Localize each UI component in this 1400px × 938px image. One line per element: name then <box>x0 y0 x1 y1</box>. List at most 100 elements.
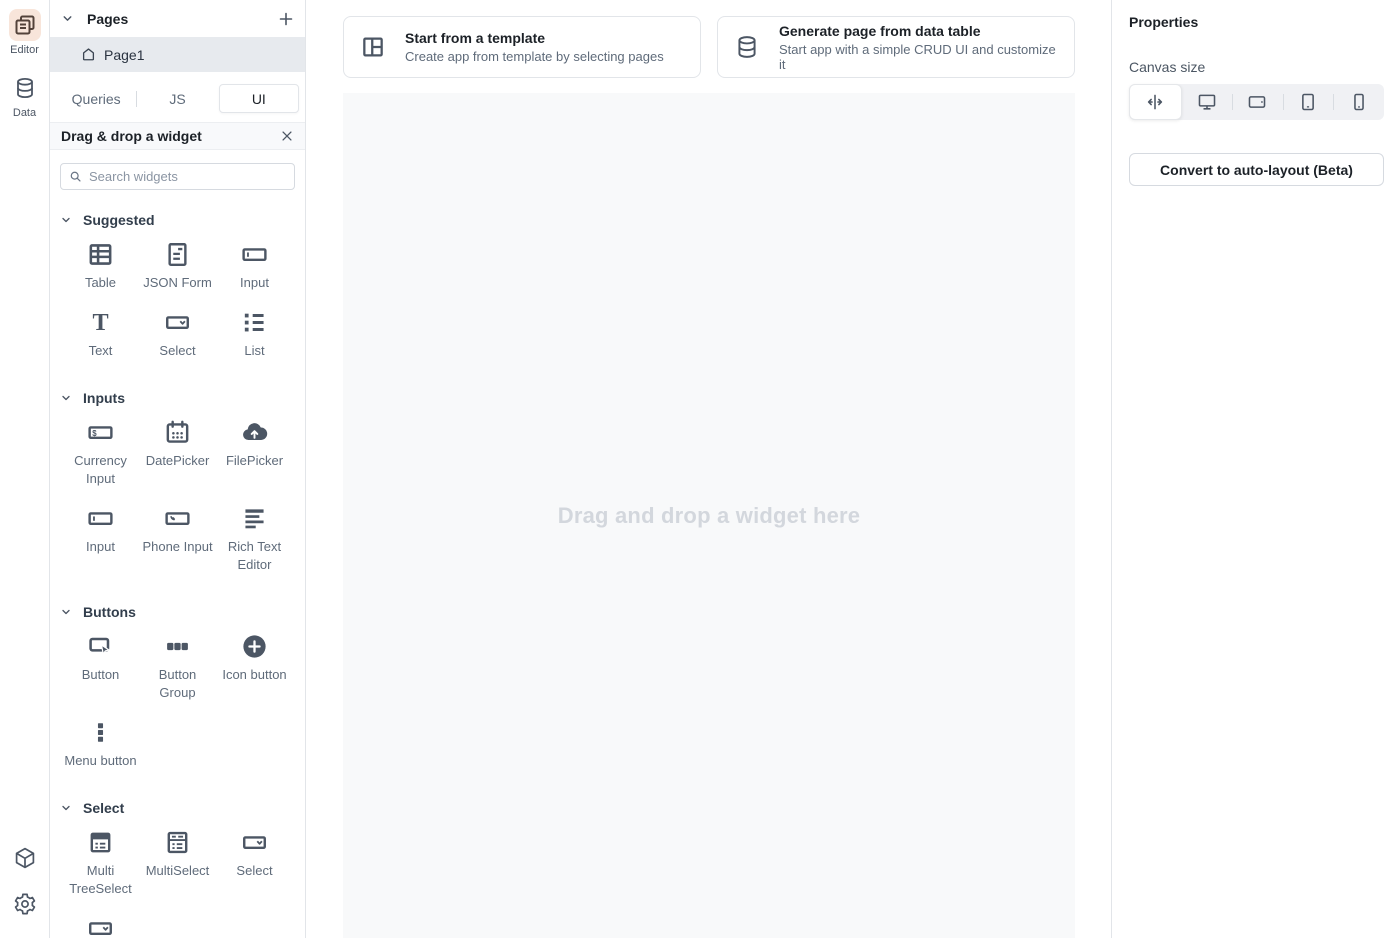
widget-card[interactable]: FilePicker <box>216 418 293 488</box>
menu-button-icon <box>86 718 115 747</box>
widget-label: Phone Input <box>142 538 212 556</box>
widget-card[interactable]: Phone Input <box>139 504 216 574</box>
widget-card[interactable]: Button Group <box>139 632 216 702</box>
gear-icon <box>13 892 37 916</box>
widget-card[interactable]: Table <box>62 240 139 292</box>
chevron-down-icon <box>60 606 72 618</box>
widget-label: MultiSelect <box>146 862 210 880</box>
editor-tile[interactable] <box>9 9 41 41</box>
widget-search-wrap <box>50 150 305 202</box>
start-from-template-card[interactable]: Start from a template Create app from te… <box>343 16 701 78</box>
chevron-down-icon <box>60 392 72 404</box>
add-page-button[interactable] <box>278 11 294 27</box>
datepicker-icon <box>163 418 192 447</box>
tablet-portrait-icon <box>1297 91 1319 113</box>
phone-input-icon <box>163 504 192 533</box>
widget-label: List <box>244 342 264 360</box>
widget-card[interactable]: Rich Text Editor <box>216 504 293 574</box>
widget-card[interactable]: Menu button <box>62 718 139 770</box>
input-icon <box>86 504 115 533</box>
tab-queries[interactable]: Queries <box>56 84 136 113</box>
data-tile[interactable] <box>9 72 41 104</box>
select-icon <box>86 914 115 938</box>
canvas-size-phone[interactable] <box>1333 84 1384 120</box>
pages-header: Pages <box>50 0 305 37</box>
multiselect-icon <box>163 828 192 857</box>
input-icon <box>240 240 269 269</box>
card-title: Generate page from data table <box>779 23 1058 39</box>
widget-label: Select <box>159 342 195 360</box>
widget-card[interactable]: JSON Form <box>139 240 216 292</box>
widget-card[interactable]: Input <box>216 240 293 292</box>
settings-button[interactable] <box>13 892 37 916</box>
widget-label: JSON Form <box>143 274 212 292</box>
rail-item-data[interactable]: Data <box>9 72 41 119</box>
widget-card[interactable]: Button <box>62 632 139 702</box>
widget-section-header[interactable]: Select <box>60 792 295 824</box>
close-icon[interactable] <box>280 129 294 143</box>
tab-js[interactable]: JS <box>137 84 217 113</box>
widget-grid: Multi TreeSelect MultiSelect Select <box>60 824 295 938</box>
app-editor: Editor Data Pages Page1 Queries <box>0 0 1400 938</box>
widget-card[interactable]: List <box>216 308 293 360</box>
properties-panel: Properties Canvas size Convert to auto-l… <box>1111 0 1400 938</box>
chevron-down-icon[interactable] <box>61 12 74 25</box>
widget-panel-title: Drag & drop a widget <box>61 128 280 144</box>
widget-card[interactable]: Select <box>216 828 293 898</box>
left-rail: Editor Data <box>0 0 50 938</box>
widget-card[interactable] <box>62 914 139 938</box>
canvas-size-fluid[interactable] <box>1129 84 1182 120</box>
sidebar: Pages Page1 Queries JS UI Drag & drop a … <box>50 0 306 938</box>
widget-label: Currency Input <box>62 452 139 488</box>
editor-canvas[interactable]: Drag and drop a widget here <box>343 93 1075 938</box>
select-icon <box>240 828 269 857</box>
pages-title: Pages <box>87 11 278 27</box>
widget-card[interactable]: DatePicker <box>139 418 216 488</box>
main-area: Start from a template Create app from te… <box>306 0 1111 938</box>
convert-auto-layout-button[interactable]: Convert to auto-layout (Beta) <box>1129 153 1384 186</box>
properties-title: Properties <box>1129 14 1384 30</box>
canvas-size-desktop[interactable] <box>1182 84 1233 120</box>
widget-grid: Table JSON Form Input T Text Select List <box>60 236 295 382</box>
canvas-size-tablet-portrait[interactable] <box>1283 84 1334 120</box>
widget-label: Input <box>86 538 115 556</box>
widget-card[interactable]: T Text <box>62 308 139 360</box>
svg-text:T: T <box>92 309 108 336</box>
multi-treeselect-icon <box>86 828 115 857</box>
search-icon <box>69 170 82 183</box>
libraries-button[interactable] <box>13 846 37 870</box>
widget-section-header[interactable]: Buttons <box>60 596 295 628</box>
widget-label: Rich Text Editor <box>216 538 293 574</box>
generate-from-data-card[interactable]: Generate page from data table Start app … <box>717 16 1075 78</box>
desktop-icon <box>1196 91 1218 113</box>
widget-card[interactable]: $ Currency Input <box>62 418 139 488</box>
widget-card[interactable]: Input <box>62 504 139 574</box>
rail-editor-label: Editor <box>10 44 39 56</box>
card-text: Generate page from data table Start app … <box>779 23 1058 72</box>
widget-sections: Suggested Table JSON Form Input T Text S… <box>50 202 305 938</box>
widget-label: Select <box>236 862 272 880</box>
json-form-icon <box>163 240 192 269</box>
rich-text-icon <box>240 504 269 533</box>
widget-label: Menu button <box>64 752 136 770</box>
canvas-size-tablet-landscape[interactable] <box>1232 84 1283 120</box>
page-item-page1[interactable]: Page1 <box>50 37 305 72</box>
widget-card[interactable]: Select <box>139 308 216 360</box>
search-input[interactable] <box>89 169 286 184</box>
tab-ui[interactable]: UI <box>219 84 299 113</box>
widget-card[interactable]: Icon button <box>216 632 293 702</box>
canvas-size-segmented-control <box>1129 84 1384 120</box>
pages-stack-icon <box>13 13 37 37</box>
select-icon <box>163 308 192 337</box>
widget-card[interactable]: Multi TreeSelect <box>62 828 139 898</box>
widget-panel-header: Drag & drop a widget <box>50 122 305 150</box>
widget-search-box[interactable] <box>60 163 295 190</box>
widget-section: Suggested Table JSON Form Input T Text S… <box>60 204 295 382</box>
section-label: Select <box>83 800 124 816</box>
widget-section-header[interactable]: Suggested <box>60 204 295 236</box>
rail-item-editor[interactable]: Editor <box>9 9 41 56</box>
widget-card[interactable]: MultiSelect <box>139 828 216 898</box>
page-item-label: Page1 <box>104 47 144 63</box>
widget-section-header[interactable]: Inputs <box>60 382 295 414</box>
template-icon <box>360 34 386 60</box>
